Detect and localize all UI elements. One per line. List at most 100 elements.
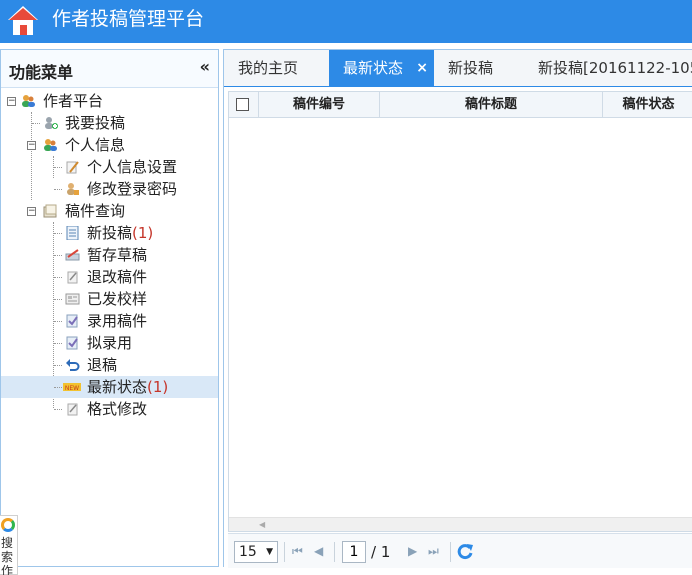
tab-latest-status[interactable]: 最新状态 × <box>329 50 434 87</box>
column-header[interactable]: 稿件状态 <box>603 92 692 118</box>
tree-connector <box>54 255 62 256</box>
page-number-input[interactable] <box>342 541 366 563</box>
tree-label: 修改登录密码 <box>87 180 178 198</box>
users-icon <box>22 95 35 107</box>
tree-node-author-platform[interactable]: − 作者平台 <box>1 90 218 112</box>
return-icon <box>66 359 80 371</box>
tree-node-drafts[interactable]: 暂存草稿 <box>1 244 218 266</box>
tree-label: 退稿 <box>87 356 118 374</box>
tab-label: 新投稿 <box>448 59 494 77</box>
tree-label: 我要投稿 <box>65 114 126 132</box>
count-badge: (1) <box>132 224 154 242</box>
tree-node-accepted[interactable]: 录用稿件 <box>1 310 218 332</box>
tab-bar: 我的主页 最新状态 × 新投稿 新投稿[20161122-105 <box>224 50 692 87</box>
tab-new-submission-detail[interactable]: 新投稿[20161122-105 <box>524 50 692 87</box>
data-grid: 稿件编号 稿件标题 稿件状态 ◀ <box>228 91 692 532</box>
collapse-toggle-icon[interactable]: − <box>27 141 36 150</box>
sidebar-title: 功能菜单 <box>9 63 74 82</box>
tree-connector <box>54 343 62 344</box>
tree-label: 作者平台 <box>43 92 104 110</box>
sidebar: 功能菜单 « − 作者平台 我要投稿 − 个人信息 个人信息设置 修改登录密码 … <box>0 49 219 567</box>
tree-node-revise[interactable]: 退改稿件 <box>1 266 218 288</box>
tree-connector <box>54 277 62 278</box>
count-badge: (1) <box>147 378 169 396</box>
tree-node-profile-settings[interactable]: 个人信息设置 <box>1 156 218 178</box>
format-icon <box>67 403 78 416</box>
tree-node-pending-accept[interactable]: 拟录用 <box>1 332 218 354</box>
tree-node-manuscript-query[interactable]: − 稿件查询 <box>1 200 218 222</box>
next-page-icon[interactable]: ▶ <box>408 543 417 559</box>
document-icon <box>43 204 57 218</box>
tree-label: 个人信息设置 <box>87 158 178 176</box>
tree-connector <box>54 233 62 234</box>
app-title: 作者投稿管理平台 <box>52 8 205 30</box>
select-all-checkbox[interactable] <box>236 98 249 111</box>
proof-icon <box>65 293 80 305</box>
column-header[interactable]: 稿件编号 <box>259 92 380 118</box>
tree-label: 新投稿(1) <box>87 222 153 244</box>
tree-label: 个人信息 <box>65 136 126 154</box>
tree-node-format-edit[interactable]: 格式修改 <box>1 398 218 420</box>
refresh-icon[interactable] <box>456 542 474 560</box>
pending-accept-icon <box>66 336 78 350</box>
tree-node-proofs[interactable]: 已发校样 <box>1 288 218 310</box>
users-icon <box>44 139 57 151</box>
tree-node-personal-info[interactable]: − 个人信息 <box>1 134 218 156</box>
tree-connector <box>32 123 40 124</box>
select-all-cell <box>229 92 259 118</box>
tree-label: 最新状态(1) <box>87 376 168 398</box>
collapse-sidebar-button[interactable]: « <box>200 57 210 76</box>
close-icon[interactable]: × <box>416 50 428 87</box>
tree-label: 已发校样 <box>87 290 148 308</box>
prev-page-icon[interactable]: ◀ <box>314 543 323 559</box>
divider <box>450 542 451 562</box>
scroll-left-icon[interactable]: ◀ <box>259 520 265 529</box>
main-panel: 我的主页 最新状态 × 新投稿 新投稿[20161122-105 稿件编号 稿件… <box>223 49 692 568</box>
tree-node-change-password[interactable]: 修改登录密码 <box>1 178 218 200</box>
menu-tree: − 作者平台 我要投稿 − 个人信息 个人信息设置 修改登录密码 − 稿件查询 … <box>1 88 218 420</box>
tab-label: 我的主页 <box>238 59 299 77</box>
search-icon <box>1 518 15 532</box>
tree-label: 拟录用 <box>87 334 133 352</box>
page-total: / 1 <box>371 543 391 561</box>
last-page-icon[interactable]: ⏭ <box>428 543 439 559</box>
edit-icon <box>66 161 79 174</box>
tree-node-latest-status[interactable]: NEW 最新状态(1) <box>1 376 218 398</box>
top-header: 作者投稿管理平台 <box>0 0 692 43</box>
lock-user-icon <box>67 183 79 195</box>
tree-node-submit[interactable]: 我要投稿 <box>1 112 218 134</box>
tab-home[interactable]: 我的主页 <box>224 50 329 87</box>
divider <box>334 542 335 562</box>
tree-label-text: 新投稿 <box>87 224 133 242</box>
tree-node-new-submission[interactable]: 新投稿(1) <box>1 222 218 244</box>
tab-label: 最新状态 <box>343 59 404 77</box>
page-size-select[interactable]: 15 ▼ <box>234 541 278 563</box>
page-size-value: 15 <box>239 544 257 560</box>
add-person-icon <box>45 117 58 129</box>
svg-text:NEW: NEW <box>65 385 79 392</box>
tree-connector <box>54 365 62 366</box>
tree-connector <box>54 189 62 190</box>
tree-label: 格式修改 <box>87 400 148 418</box>
tree-connector <box>54 167 62 168</box>
sidebar-header: 功能菜单 « <box>1 50 218 88</box>
new-document-icon <box>66 226 79 240</box>
column-header[interactable]: 稿件标题 <box>380 92 603 118</box>
horizontal-scrollbar[interactable]: ◀ <box>229 517 692 531</box>
draft-icon <box>65 249 80 261</box>
tab-label: 新投稿[20161122-105 <box>538 59 692 77</box>
home-icon[interactable] <box>6 4 40 38</box>
tree-connector <box>54 299 62 300</box>
tree-node-rejected[interactable]: 退稿 <box>1 354 218 376</box>
tree-label: 录用稿件 <box>87 312 148 330</box>
floating-search-widget[interactable]: 搜索作 <box>0 515 18 575</box>
tab-new-submission[interactable]: 新投稿 <box>434 50 524 87</box>
tree-connector <box>54 321 62 322</box>
collapse-toggle-icon[interactable]: − <box>7 97 16 106</box>
collapse-toggle-icon[interactable]: − <box>27 207 36 216</box>
chevron-down-icon: ▼ <box>266 547 273 557</box>
grid-header: 稿件编号 稿件标题 稿件状态 <box>229 92 692 118</box>
revise-icon <box>67 271 78 284</box>
first-page-icon[interactable]: ⏮ <box>292 543 303 559</box>
tree-label: 暂存草稿 <box>87 246 148 264</box>
